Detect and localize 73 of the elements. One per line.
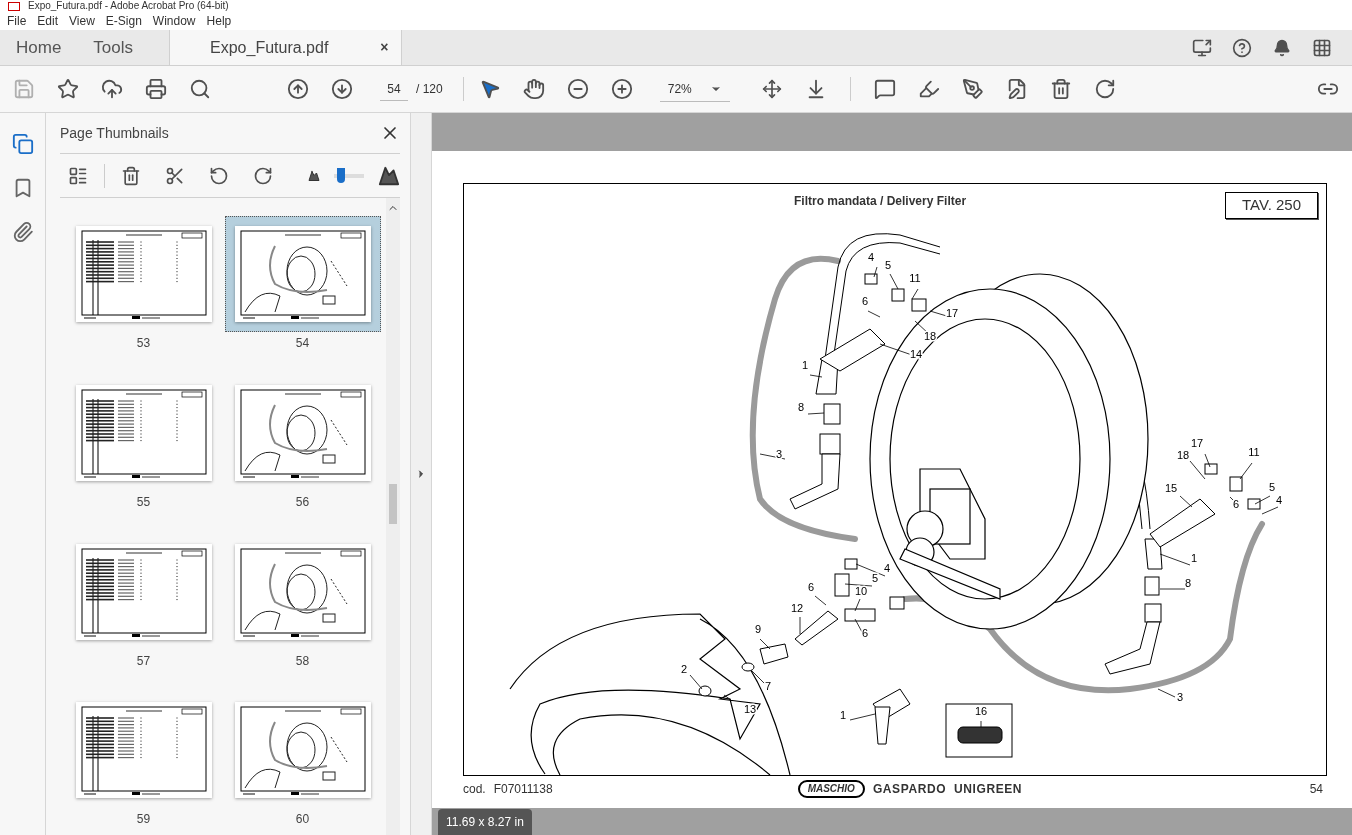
callout-number: 9 [754,623,762,635]
zoom-dropdown[interactable]: 72% [659,76,730,102]
tab[interactable]: Expo_Futura.pdf × [169,30,402,65]
callout-number: 16 [974,705,988,717]
menu-item[interactable]: Help [206,11,232,30]
callout-number: 6 [861,295,869,307]
callout-number: 4 [883,562,891,574]
page-number: 54 [1309,781,1323,798]
callout-number: 1 [839,709,847,721]
page-number-field[interactable]: 54 [380,77,408,101]
callout-number: 11 [909,272,921,284]
drawing-title: Filtro mandata / Delivery Filter [794,193,967,210]
callout-number: 4 [1275,494,1283,506]
callout-number: 1 [1190,552,1198,564]
callout-number: 6 [861,627,869,639]
callout-number: 8 [797,401,805,413]
large-mountain-icon [378,164,400,187]
page-number: 53 [136,335,151,352]
page-number: 55 [136,493,151,511]
tab[interactable]: Home [0,30,78,65]
code-label: cod. [463,781,486,798]
page-thumbnail[interactable] [224,216,381,332]
callout-number: 6 [807,581,815,593]
callout-number: 17 [945,307,959,319]
panel-title: Page Thumbnails [60,123,169,143]
callout-number: 10 [854,585,868,597]
thumbnail-size-slider[interactable] [332,167,366,184]
page-count: / 120 [416,81,443,98]
paperclip-icon[interactable] [11,221,34,243]
callout-number: 8 [1184,577,1192,589]
callout-number: 3 [1176,691,1184,703]
callout-number: 5 [1268,481,1276,493]
scrollbar-thumb[interactable] [389,484,397,524]
close-tab-button[interactable]: × [380,37,389,58]
small-mountain-icon [308,169,320,182]
tab[interactable]: Tools [77,30,150,65]
scrollbar[interactable] [386,198,400,835]
callout-number: 15 [1164,482,1178,494]
brand-names: GASPARDO UNIGREEN [872,781,1023,798]
callout-number: 5 [884,259,892,271]
window-title: Expo_Futura.pdf - Adobe Acrobat Pro (64-bit) [28,1,229,11]
page-number: 60 [295,811,310,829]
callout-number: 14 [909,348,923,360]
page-number: 57 [136,652,151,670]
app-icon [8,2,20,11]
menu-item[interactable]: File [7,11,27,30]
menu-item[interactable]: Window [152,11,196,30]
callout-number: 1 [801,359,809,371]
callout-number: 3 [775,448,783,460]
callout-number: 18 [1176,449,1190,461]
slider-thumb[interactable] [337,167,346,183]
code-value: F07011138 [493,781,553,798]
page-number: 56 [295,493,310,511]
menu-item[interactable]: Edit [37,11,59,30]
page-number: 59 [136,811,151,829]
callout-number: 2 [680,663,688,675]
callout-number: 5 [871,572,879,584]
callout-number: 13 [743,703,757,715]
menu-item[interactable]: View [69,11,95,30]
pages-icon[interactable] [11,133,34,155]
callout-number: 6 [1232,498,1240,510]
callout-number: 7 [764,680,772,692]
page-size-badge: 11.69 x 8.27 in [438,809,532,835]
page-number: 58 [295,652,310,670]
callout-number: 4 [867,251,875,263]
callout-number: 12 [790,602,804,614]
menu-item[interactable]: E-Sign [105,11,142,30]
maschio-logo: MASCHIO [797,780,865,798]
callout-number: 11 [1248,446,1260,458]
page-number: 54 [295,335,310,352]
callout-number: 18 [923,330,937,342]
callout-number: 17 [1190,437,1204,449]
plate-number: TAV. 250 [1225,192,1318,219]
